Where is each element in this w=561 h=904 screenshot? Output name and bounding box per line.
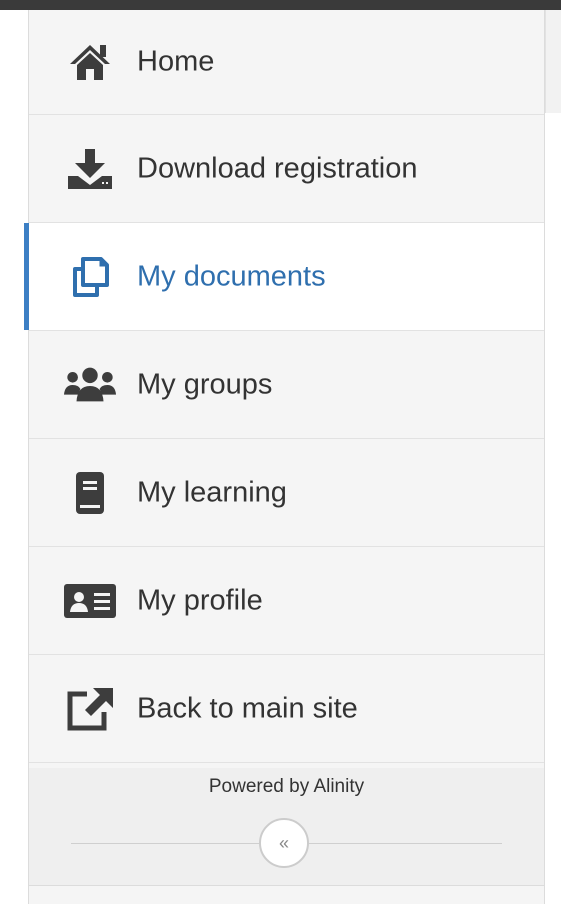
sidebar-item-home[interactable]: Home [29, 10, 544, 115]
double-chevron-left-icon: « [278, 832, 289, 853]
sidebar-item-label: My groups [137, 368, 273, 400]
active-indicator [24, 223, 29, 330]
sidebar-item-back-to-main-site[interactable]: Back to main site [29, 655, 544, 763]
groups-icon [63, 362, 117, 408]
sidebar-item-label: My documents [137, 260, 326, 292]
external-link-icon [63, 686, 117, 732]
sidebar-nav: Home Download registration My documents … [24, 10, 544, 763]
sidebar-item-my-documents[interactable]: My documents [24, 223, 544, 331]
documents-icon [63, 254, 117, 300]
sidebar-footer: Powered by Alinity « [29, 768, 544, 886]
sidebar-item-my-learning[interactable]: My learning [29, 439, 544, 547]
download-icon [63, 146, 117, 192]
sidebar-item-my-groups[interactable]: My groups [29, 331, 544, 439]
sidebar-item-label: My profile [137, 584, 263, 616]
top-bar [0, 0, 561, 10]
sidebar: Home Download registration My documents … [24, 10, 545, 904]
book-icon [63, 470, 117, 516]
sidebar-item-my-profile[interactable]: My profile [29, 547, 544, 655]
page-content-edge [545, 10, 561, 113]
sidebar-item-label: Home [137, 45, 215, 78]
home-icon [63, 39, 117, 85]
id-card-icon [63, 578, 117, 624]
sidebar-item-label: Back to main site [137, 692, 358, 724]
powered-by-text: Powered by Alinity [208, 776, 365, 797]
sidebar-item-label: Download registration [137, 152, 418, 184]
sidebar-item-label: My learning [137, 476, 287, 508]
collapse-sidebar-button[interactable]: « [259, 818, 309, 868]
sidebar-item-download-registration[interactable]: Download registration [29, 115, 544, 223]
